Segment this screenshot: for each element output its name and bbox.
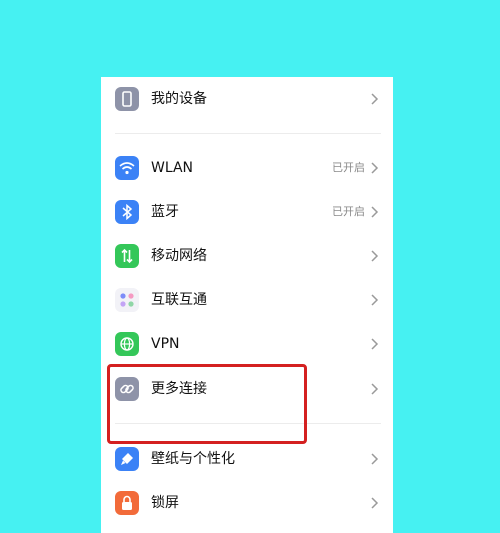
chevron-right-icon [371, 338, 379, 350]
chevron-right-icon [371, 206, 379, 218]
lock-icon [115, 491, 139, 515]
brush-icon [115, 447, 139, 471]
settings-item-label: VPN [151, 336, 180, 352]
settings-item-label: 锁屏 [151, 495, 179, 511]
wifi-icon [115, 156, 139, 180]
settings-item-lock-screen[interactable]: 锁屏 [101, 481, 393, 525]
chevron-right-icon [371, 250, 379, 262]
settings-item-my-device[interactable]: 我的设备 [101, 77, 393, 121]
phone-icon [115, 87, 139, 111]
settings-item-label: 互联互通 [151, 292, 207, 308]
settings-item-label: WLAN [151, 160, 194, 176]
settings-item-label: 移动网络 [151, 248, 207, 264]
chevron-right-icon [371, 162, 379, 174]
settings-item-wlan[interactable]: WLAN 已开启 [101, 146, 393, 190]
globe-icon [115, 332, 139, 356]
chevron-right-icon [371, 453, 379, 465]
settings-panel: 我的设备 WLAN 已开启 蓝牙 已开启 移动网络 互联互通 VPN 更多连接 … [101, 77, 393, 533]
settings-item-vpn[interactable]: VPN [101, 322, 393, 366]
chevron-right-icon [371, 383, 379, 395]
settings-item-label: 我的设备 [151, 91, 207, 107]
cellular-icon [115, 244, 139, 268]
chevron-right-icon [371, 93, 379, 105]
settings-item-mobile-network[interactable]: 移动网络 [101, 234, 393, 278]
bluetooth-icon [115, 200, 139, 224]
divider [115, 133, 381, 134]
highlight-box [107, 364, 307, 444]
chevron-right-icon [371, 497, 379, 509]
status-text: 已开启 [332, 205, 365, 218]
settings-item-interconnect[interactable]: 互联互通 [101, 278, 393, 322]
chevron-right-icon [371, 294, 379, 306]
settings-item-label: 蓝牙 [151, 204, 179, 220]
settings-item-bluetooth[interactable]: 蓝牙 已开启 [101, 190, 393, 234]
status-text: 已开启 [332, 161, 365, 174]
interconnect-icon [115, 288, 139, 312]
